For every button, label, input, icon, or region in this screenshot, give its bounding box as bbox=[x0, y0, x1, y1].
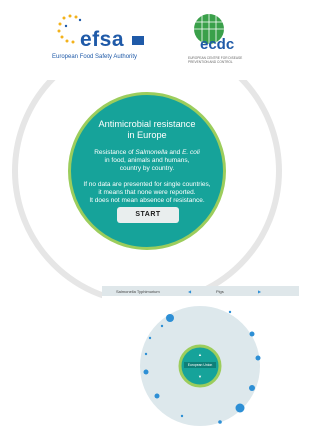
start-button[interactable]: START bbox=[117, 207, 179, 223]
ecdc-wordmark: ecdc bbox=[200, 36, 235, 53]
preview-country-wheel: European Union ▲ ▼ bbox=[140, 306, 261, 426]
efsa-wordmark: efsa bbox=[80, 28, 125, 51]
intro-disclaimer: If no data are presented for single coun… bbox=[83, 181, 211, 204]
chevron-up-icon[interactable]: ▲ bbox=[198, 352, 202, 357]
country-dot[interactable] bbox=[255, 355, 261, 361]
country-dot[interactable] bbox=[249, 331, 255, 337]
efsa-logo: efsa European Food Safety Authority bbox=[52, 14, 152, 66]
country-dot[interactable] bbox=[228, 310, 232, 314]
species-salmonella: Salmonella bbox=[135, 149, 168, 156]
country-dot[interactable] bbox=[166, 314, 174, 322]
country-dot[interactable] bbox=[143, 369, 149, 375]
intro-description: Resistance of Salmonella and E. coli in … bbox=[94, 149, 200, 172]
chevron-down-icon[interactable]: ▼ bbox=[198, 374, 202, 379]
country-dot[interactable] bbox=[218, 420, 222, 424]
country-dot[interactable] bbox=[160, 324, 164, 328]
intro-title-line2: in Europe bbox=[127, 130, 167, 140]
chevron-right-icon[interactable]: ▶ bbox=[258, 289, 261, 294]
country-dot[interactable] bbox=[154, 393, 160, 399]
preview-center-label: European Union bbox=[188, 363, 213, 367]
country-dot[interactable] bbox=[235, 403, 245, 413]
country-dot[interactable] bbox=[144, 352, 148, 356]
intro-title: Antimicrobial resistance in Europe bbox=[71, 119, 223, 141]
chevron-left-icon[interactable]: ◀ bbox=[188, 289, 191, 294]
country-dot[interactable] bbox=[249, 385, 255, 391]
intro-card: Antimicrobial resistance in Europe Resis… bbox=[68, 92, 226, 250]
species-ecoli: E. coli bbox=[182, 149, 200, 156]
intro-title-line1: Antimicrobial resistance bbox=[98, 119, 196, 129]
country-dot[interactable] bbox=[148, 336, 152, 340]
ecdc-subtitle: EUROPEAN CENTRE FOR DISEASE PREVENTION A… bbox=[188, 56, 243, 64]
preview-selector-serovar[interactable]: Salmonella Typhimurium bbox=[116, 289, 160, 294]
preview-toolbar: Salmonella Typhimurium ◀ Pigs ▶ bbox=[102, 286, 299, 296]
country-dot[interactable] bbox=[180, 414, 184, 418]
ecdc-logo: ecdc EUROPEAN CENTRE FOR DISEASE PREVENT… bbox=[188, 14, 248, 70]
efsa-subtitle: European Food Safety Authority bbox=[52, 54, 138, 60]
eu-flag-icon bbox=[132, 36, 144, 45]
app-preview-panel: Salmonella Typhimurium ◀ Pigs ▶ European… bbox=[102, 286, 299, 439]
preview-selector-animal[interactable]: Pigs bbox=[216, 289, 224, 294]
app-header: efsa European Food Safety Authority ecdc… bbox=[0, 0, 299, 76]
